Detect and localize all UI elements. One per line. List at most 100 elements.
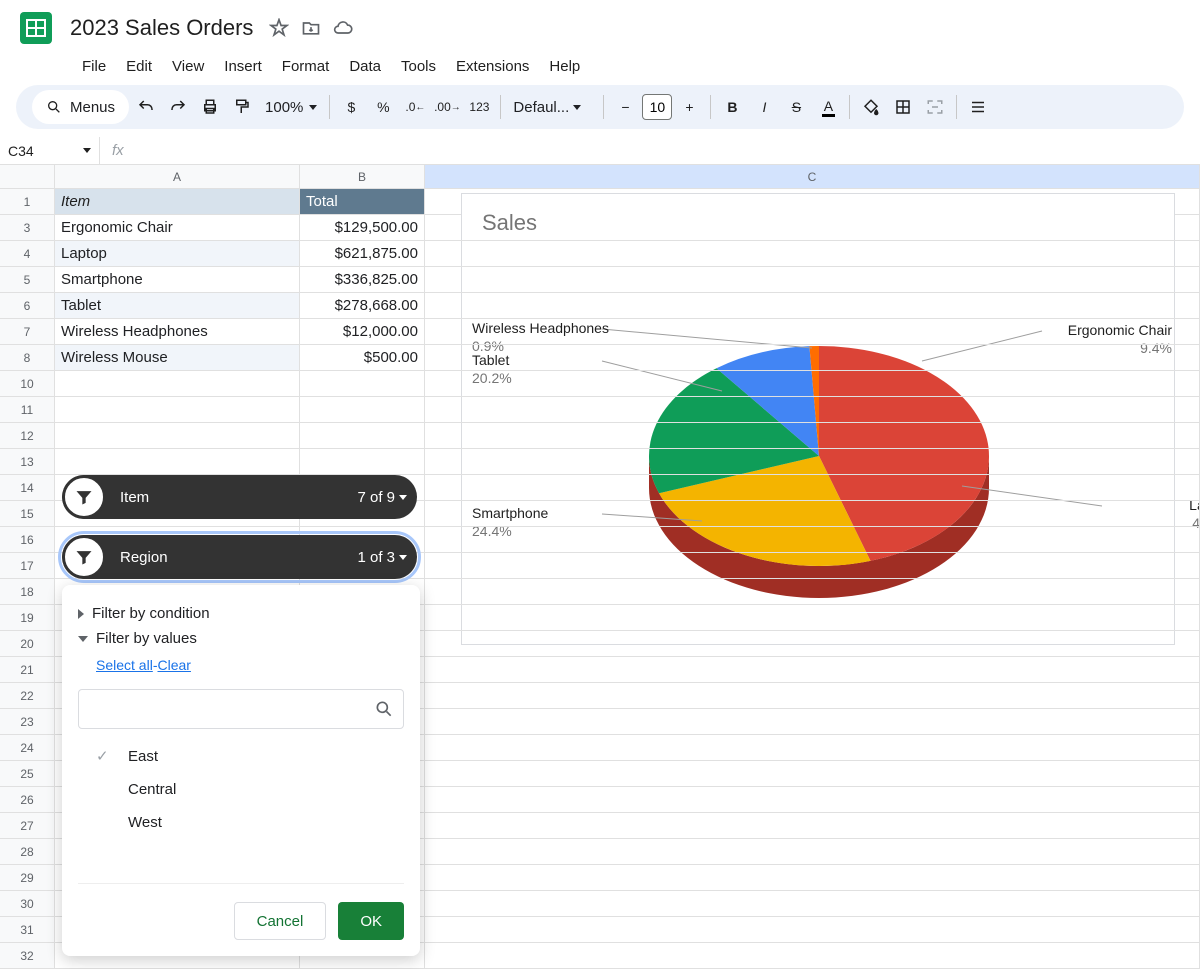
filter-search-input[interactable] [78, 689, 404, 729]
menu-help[interactable]: Help [541, 54, 588, 79]
increase-decimals-button[interactable]: .00→ [432, 92, 462, 122]
cell[interactable] [425, 397, 1200, 423]
row-header[interactable]: 28 [0, 839, 55, 865]
cell[interactable] [425, 371, 1200, 397]
cell[interactable] [425, 891, 1200, 917]
ok-button[interactable]: OK [338, 902, 404, 940]
cell[interactable] [300, 397, 425, 423]
cell[interactable] [425, 319, 1200, 345]
move-icon[interactable] [301, 18, 321, 38]
row-header[interactable]: 30 [0, 891, 55, 917]
select-all-link[interactable]: Select all [96, 657, 153, 673]
row-header[interactable]: 15 [0, 501, 55, 527]
cell[interactable] [425, 553, 1200, 579]
menu-tools[interactable]: Tools [393, 54, 444, 79]
cell[interactable]: Laptop [55, 241, 300, 267]
row-header[interactable]: 26 [0, 787, 55, 813]
zoom-dropdown[interactable]: 100% [259, 99, 323, 116]
cell[interactable]: Total [300, 189, 425, 215]
column-header-B[interactable]: B [300, 165, 425, 189]
filter-by-condition[interactable]: Filter by condition [78, 601, 404, 626]
slicer-region[interactable]: Region 1 of 3 [62, 535, 417, 579]
star-icon[interactable] [269, 18, 289, 38]
column-header-A[interactable]: A [55, 165, 300, 189]
cell[interactable]: Wireless Headphones [55, 319, 300, 345]
row-header[interactable]: 32 [0, 943, 55, 969]
filter-by-values[interactable]: Filter by values [78, 626, 404, 651]
menu-view[interactable]: View [164, 54, 212, 79]
redo-button[interactable] [163, 92, 193, 122]
row-header[interactable]: 10 [0, 371, 55, 397]
cell[interactable] [55, 449, 300, 475]
cell[interactable]: $278,668.00 [300, 293, 425, 319]
name-box[interactable]: C34 [0, 137, 100, 164]
strikethrough-button[interactable]: S [781, 92, 811, 122]
menu-extensions[interactable]: Extensions [448, 54, 537, 79]
spreadsheet-grid[interactable]: A B C 1345678101112131415161718192021222… [0, 165, 1200, 969]
cell[interactable]: $129,500.00 [300, 215, 425, 241]
font-size-input[interactable] [642, 94, 672, 120]
cell[interactable] [425, 787, 1200, 813]
menu-insert[interactable]: Insert [216, 54, 270, 79]
text-color-button[interactable]: A [813, 92, 843, 122]
row-header[interactable]: 18 [0, 579, 55, 605]
cell[interactable] [425, 631, 1200, 657]
cell[interactable] [425, 683, 1200, 709]
document-title[interactable]: 2023 Sales Orders [66, 13, 257, 43]
cell[interactable] [425, 813, 1200, 839]
cell[interactable] [55, 397, 300, 423]
sheets-logo[interactable] [16, 8, 56, 48]
row-header[interactable]: 7 [0, 319, 55, 345]
cell[interactable] [300, 449, 425, 475]
row-header[interactable]: 5 [0, 267, 55, 293]
cell[interactable] [425, 215, 1200, 241]
cell[interactable]: $500.00 [300, 345, 425, 371]
menu-format[interactable]: Format [274, 54, 338, 79]
cancel-button[interactable]: Cancel [234, 902, 327, 940]
cell[interactable]: $621,875.00 [300, 241, 425, 267]
increase-font-size-button[interactable]: + [674, 92, 704, 122]
font-family-dropdown[interactable]: Defaul... [507, 99, 597, 116]
percent-button[interactable]: % [368, 92, 398, 122]
cell[interactable] [425, 657, 1200, 683]
select-all-corner[interactable] [0, 165, 55, 189]
cell[interactable] [300, 423, 425, 449]
cell[interactable] [425, 241, 1200, 267]
cell[interactable] [425, 423, 1200, 449]
print-button[interactable] [195, 92, 225, 122]
cell[interactable]: $12,000.00 [300, 319, 425, 345]
cell[interactable]: Tablet [55, 293, 300, 319]
row-header[interactable]: 29 [0, 865, 55, 891]
row-header[interactable]: 16 [0, 527, 55, 553]
filter-value-item[interactable]: West [92, 806, 404, 839]
row-header[interactable]: 11 [0, 397, 55, 423]
cell[interactable]: Wireless Mouse [55, 345, 300, 371]
row-header[interactable]: 25 [0, 761, 55, 787]
filter-value-item[interactable]: Central [92, 773, 404, 806]
decrease-decimals-button[interactable]: .0← [400, 92, 430, 122]
cell[interactable] [425, 449, 1200, 475]
cell[interactable]: Smartphone [55, 267, 300, 293]
column-header-C[interactable]: C [425, 165, 1200, 189]
cell[interactable] [425, 735, 1200, 761]
menu-file[interactable]: File [74, 54, 114, 79]
row-header[interactable]: 22 [0, 683, 55, 709]
row-header[interactable]: 24 [0, 735, 55, 761]
bold-button[interactable]: B [717, 92, 747, 122]
fill-color-button[interactable] [856, 92, 886, 122]
borders-button[interactable] [888, 92, 918, 122]
cell[interactable] [425, 501, 1200, 527]
cell[interactable]: SalesErgonomic Chair9.4%Laptop45.1%Smart… [425, 189, 1200, 215]
paint-format-button[interactable] [227, 92, 257, 122]
row-header[interactable]: 13 [0, 449, 55, 475]
cell[interactable] [425, 917, 1200, 943]
cell[interactable] [425, 839, 1200, 865]
cell[interactable] [425, 475, 1200, 501]
row-header[interactable]: 14 [0, 475, 55, 501]
row-header[interactable]: 12 [0, 423, 55, 449]
menus-button[interactable]: Menus [32, 90, 129, 124]
cell[interactable]: Ergonomic Chair [55, 215, 300, 241]
filter-value-item[interactable]: ✓East [92, 739, 404, 773]
cell[interactable] [425, 527, 1200, 553]
clear-link[interactable]: Clear [157, 657, 190, 673]
